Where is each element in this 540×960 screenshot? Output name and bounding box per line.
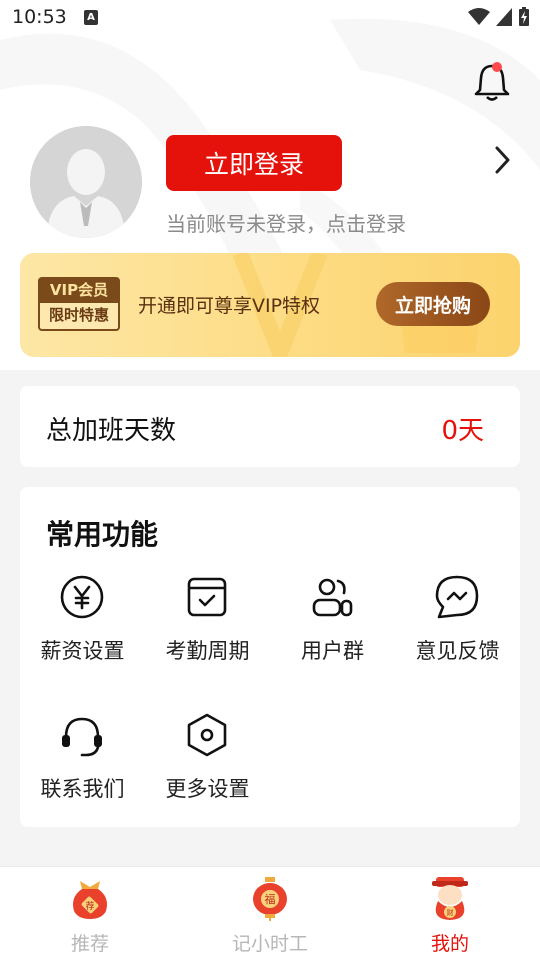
function-label: 联系我们 <box>40 777 125 801</box>
vip-promo-text: 开通即可尊享VIP特权 <box>138 295 321 317</box>
function-feedback[interactable]: 意见反馈 <box>395 573 520 683</box>
lucky-bag-icon: 荐 <box>73 881 107 919</box>
function-label: 考勤周期 <box>165 639 250 663</box>
calendar-check-icon <box>187 577 227 617</box>
battery-charging-icon <box>519 7 529 26</box>
function-user-group[interactable]: 用户群 <box>270 573 395 683</box>
function-attendance-cycle[interactable]: 考勤周期 <box>145 573 270 683</box>
common-functions-card: 常用功能 薪资设置 考勤周期 用户群 意见反馈 联系我们 更多设置 <box>20 487 520 827</box>
function-salary-settings[interactable]: 薪资设置 <box>20 573 145 683</box>
vip-banner[interactable]: VIP会员 限时特惠 开通即可尊享VIP特权 立即抢购 <box>20 253 520 357</box>
common-functions-title: 常用功能 <box>46 518 159 551</box>
tab-recommend[interactable]: 荐 推荐 <box>0 867 180 960</box>
avatar[interactable] <box>30 126 142 238</box>
chevron-right-icon[interactable] <box>490 144 514 176</box>
vip-badge: VIP会员 限时特惠 <box>38 277 120 331</box>
status-time: 10:53 <box>12 6 67 28</box>
hexagon-settings-icon <box>187 713 227 757</box>
fu-lantern-icon: 福 <box>253 877 287 921</box>
wifi-icon <box>468 8 490 25</box>
tab-label: 推荐 <box>70 933 109 955</box>
headset-icon <box>62 717 102 757</box>
tab-label: 我的 <box>430 933 469 955</box>
status-bar: 10:53 A <box>0 0 540 38</box>
bottom-tab-bar: 荐 推荐 福 记小时工 财 我的 <box>0 866 540 960</box>
yen-circle-icon <box>60 575 104 619</box>
user-group-icon <box>312 578 353 617</box>
function-label: 意见反馈 <box>415 639 500 663</box>
overtime-days-label: 总加班天数 <box>46 416 177 446</box>
function-contact-us[interactable]: 联系我们 <box>20 711 145 821</box>
notification-bell-icon[interactable] <box>470 60 514 104</box>
login-hint-text[interactable]: 当前账号未登录，点击登录 <box>166 208 406 237</box>
signal-icon <box>496 8 512 26</box>
function-label: 用户群 <box>301 639 364 663</box>
tab-label: 记小时工 <box>231 933 308 955</box>
tab-mine[interactable]: 财 我的 <box>360 867 540 960</box>
login-button[interactable]: 立即登录 <box>166 135 342 191</box>
function-label: 更多设置 <box>165 777 250 801</box>
vip-badge-title: VIP会员 <box>38 277 120 303</box>
svg-text:荐: 荐 <box>85 901 94 912</box>
notification-app-icon: A <box>84 10 98 25</box>
overtime-days-card[interactable]: 总加班天数 0天 <box>20 386 520 467</box>
overtime-days-value: 0天 <box>441 416 484 446</box>
fortune-god-icon: 财 <box>432 877 468 920</box>
tab-hourly-work[interactable]: 福 记小时工 <box>180 867 360 960</box>
vip-buy-button[interactable]: 立即抢购 <box>376 282 490 326</box>
svg-text:福: 福 <box>265 892 276 906</box>
vip-badge-subtitle: 限时特惠 <box>38 303 120 331</box>
default-user-avatar-icon <box>30 126 142 238</box>
feedback-chat-icon <box>435 575 479 619</box>
function-more-settings[interactable]: 更多设置 <box>145 711 270 821</box>
function-label: 薪资设置 <box>40 639 125 663</box>
svg-text:财: 财 <box>447 908 454 917</box>
status-icons <box>468 7 530 27</box>
